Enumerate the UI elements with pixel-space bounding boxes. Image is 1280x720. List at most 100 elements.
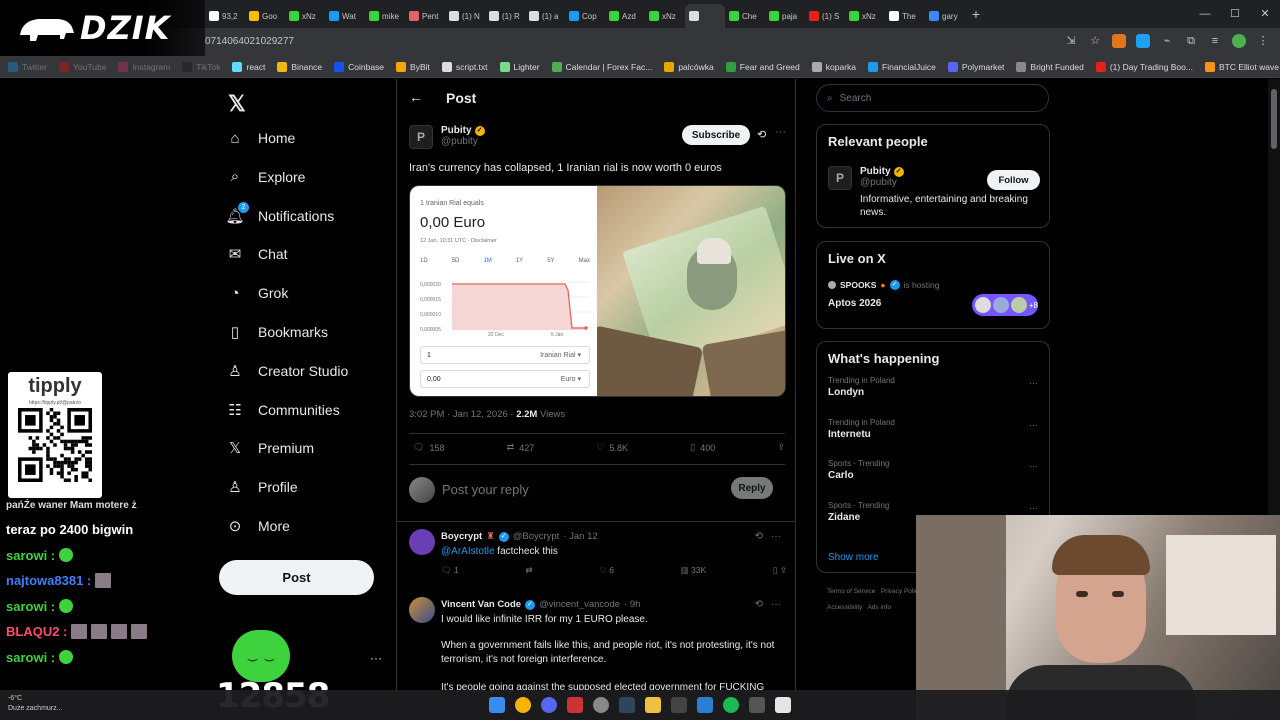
trend-more-icon[interactable]: ··· [1029, 461, 1038, 471]
bookmark-item[interactable]: BTC Elliot wave [1204, 61, 1279, 72]
from-amount-field[interactable]: 1 Iranian Rial ▾ [420, 346, 590, 364]
to-amount-field[interactable]: 0,00 Euro ▾ [420, 370, 590, 388]
bookmark-item[interactable]: FinancialJuice [868, 61, 936, 72]
reply-tweet[interactable]: Boycrypt ♜ ✓ @Boycrypt · Jan 12 ⟲ ··· @A… [409, 529, 787, 589]
bookmark-item[interactable]: Coinbase [334, 61, 384, 72]
app-icon[interactable] [567, 697, 583, 713]
notepad-icon[interactable] [775, 697, 791, 713]
grok-explain-icon[interactable]: ⟲ [755, 531, 763, 542]
browser-menu-icon[interactable]: ⋮ [1256, 34, 1270, 48]
boycrypt-avatar[interactable] [409, 529, 435, 555]
range-tab[interactable]: 5Y [547, 258, 554, 264]
bookmark-item[interactable]: palcówka [664, 61, 714, 72]
like-action[interactable]: ♡ 6 [599, 565, 614, 576]
reply-handle[interactable]: @vincent_vancode [539, 599, 620, 610]
subscribe-button[interactable]: Subscribe [682, 125, 750, 145]
reply-more-icon[interactable]: ··· [771, 531, 781, 542]
browser-tab[interactable]: Che [725, 4, 765, 28]
browser-tab[interactable]: Goo [245, 4, 285, 28]
bookmark-action[interactable]: ▯ 400 [690, 442, 715, 453]
browser-tab[interactable]: (1) S [805, 4, 845, 28]
range-tab[interactable]: 1D [420, 258, 428, 264]
tweet-author[interactable]: P Pubity ✓ @pubity [409, 125, 485, 149]
browser-tab[interactable]: xNz [285, 4, 325, 28]
range-tab[interactable]: 1M [483, 258, 491, 264]
pubity-avatar[interactable]: P [409, 125, 433, 149]
tweet-timestamp[interactable]: 3:02 PM · Jan 12, 2026 · [409, 409, 514, 420]
grok-explain-icon[interactable]: ⟲ [755, 599, 763, 610]
show-more-link[interactable]: Show more [828, 552, 879, 563]
reply-time[interactable]: · Jan 12 [563, 531, 597, 542]
browser-tab[interactable]: (1) N [445, 4, 485, 28]
weather-widget[interactable]: -6°C Duże zachmurz... [8, 694, 62, 714]
nav-item-bookmarks[interactable]: ▯ Bookmarks [226, 318, 328, 346]
nav-item-premium[interactable]: 𝕏 Premium [226, 434, 314, 462]
search-input[interactable]: Search [840, 93, 872, 104]
person-name[interactable]: Pubity [860, 166, 891, 177]
bookmark-item[interactable]: Lighter [499, 61, 540, 72]
space-listeners[interactable]: +8 [972, 294, 1038, 316]
new-tab-button[interactable]: + [965, 6, 987, 22]
user-avatar[interactable] [409, 477, 435, 503]
reply-action[interactable]: 🗨 1 [441, 565, 459, 576]
trend-item[interactable]: Sports · Trending Carlo ··· [828, 459, 1038, 481]
bookmark-item[interactable]: Bright Funded [1016, 61, 1084, 72]
footer-link[interactable]: Terms of Service [827, 588, 875, 595]
bookmark-item[interactable]: react [232, 61, 265, 72]
space-title[interactable]: Aptos 2026 [828, 298, 881, 309]
account-menu-icon[interactable]: ··· [370, 651, 382, 665]
grok-explain-icon[interactable]: ⟲ [757, 128, 766, 141]
currency-converter-card[interactable]: 1 Iranian Rial equals 0,00 Euro 12 Jan, … [410, 186, 597, 396]
profile-avatar[interactable] [1232, 34, 1246, 48]
footer-link[interactable]: Accessibility [827, 604, 862, 611]
reply-action[interactable]: 🗨 158 [413, 442, 444, 453]
browser-tab[interactable]: Azd [605, 4, 645, 28]
trend-item[interactable]: Trending in Poland Londyn ··· [828, 376, 1038, 398]
vincent-avatar[interactable] [409, 597, 435, 623]
bookmark-item[interactable]: koparka [811, 61, 856, 72]
browser-tab[interactable]: 93,2 [205, 4, 245, 28]
x-logo-icon[interactable]: 𝕏 [228, 91, 246, 117]
mention-link[interactable]: @ArAIstotle [441, 546, 495, 557]
editor-icon[interactable] [671, 697, 687, 713]
steam-icon[interactable] [619, 697, 635, 713]
url-field[interactable]: 0714064021029277 [205, 36, 294, 47]
bookmark-item[interactable]: script.txt [441, 61, 488, 72]
nav-item-grok[interactable]: ◔ Grok [226, 279, 288, 307]
reply-handle[interactable]: @Boycrypt [513, 531, 560, 542]
tweet-media[interactable]: 1 Iranian Rial equals 0,00 Euro 12 Jan, … [409, 185, 786, 397]
live-host-row[interactable]: SPOOKS ● ✓ is hosting [828, 280, 939, 290]
from-currency-select[interactable]: Iranian Rial ▾ [540, 351, 581, 359]
repost-action[interactable]: ⇄ 427 [507, 442, 535, 453]
install-app-icon[interactable]: ⇲ [1064, 34, 1078, 48]
browser-tab[interactable] [685, 4, 725, 28]
browser-tab[interactable]: Cop [565, 4, 605, 28]
trend-more-icon[interactable]: ··· [1029, 378, 1038, 388]
back-arrow-icon[interactable]: ← [409, 89, 423, 105]
nav-item-creator-studio[interactable]: ♙ Creator Studio [226, 357, 348, 385]
trend-item[interactable]: Trending in Poland Internetu ··· [828, 418, 1038, 440]
nav-item-chat[interactable]: ✉ Chat [226, 240, 288, 268]
vscode-icon[interactable] [697, 697, 713, 713]
tab-search-icon[interactable]: ≡ [1208, 34, 1222, 48]
reply-time[interactable]: · 9h [624, 599, 640, 610]
nav-item-profile[interactable]: ♙ Profile [226, 473, 297, 501]
pubity-avatar[interactable]: P [828, 166, 852, 190]
maximize-button[interactable]: ☐ [1220, 0, 1250, 28]
reply-input[interactable]: Post your reply [442, 482, 529, 497]
range-tab[interactable]: 5D [452, 258, 460, 264]
range-tab[interactable]: Max [579, 258, 590, 264]
nav-item-notifications[interactable]: 🔔︎ 2 Notifications [225, 201, 334, 230]
repost-action[interactable]: ⇄ [526, 565, 533, 576]
browser-tab[interactable]: Pent [405, 4, 445, 28]
obs-icon[interactable] [749, 697, 765, 713]
post-button[interactable]: Post [219, 560, 374, 595]
range-tab[interactable]: 1Y [516, 258, 523, 264]
start-icon[interactable] [489, 697, 505, 713]
host-name[interactable]: SPOOKS [840, 280, 876, 290]
trend-more-icon[interactable]: ··· [1029, 420, 1038, 430]
folder-icon[interactable] [645, 697, 661, 713]
discord-icon[interactable] [541, 697, 557, 713]
bookmark-item[interactable]: TikTok [182, 61, 220, 72]
extension-metamask-icon[interactable] [1112, 34, 1126, 48]
